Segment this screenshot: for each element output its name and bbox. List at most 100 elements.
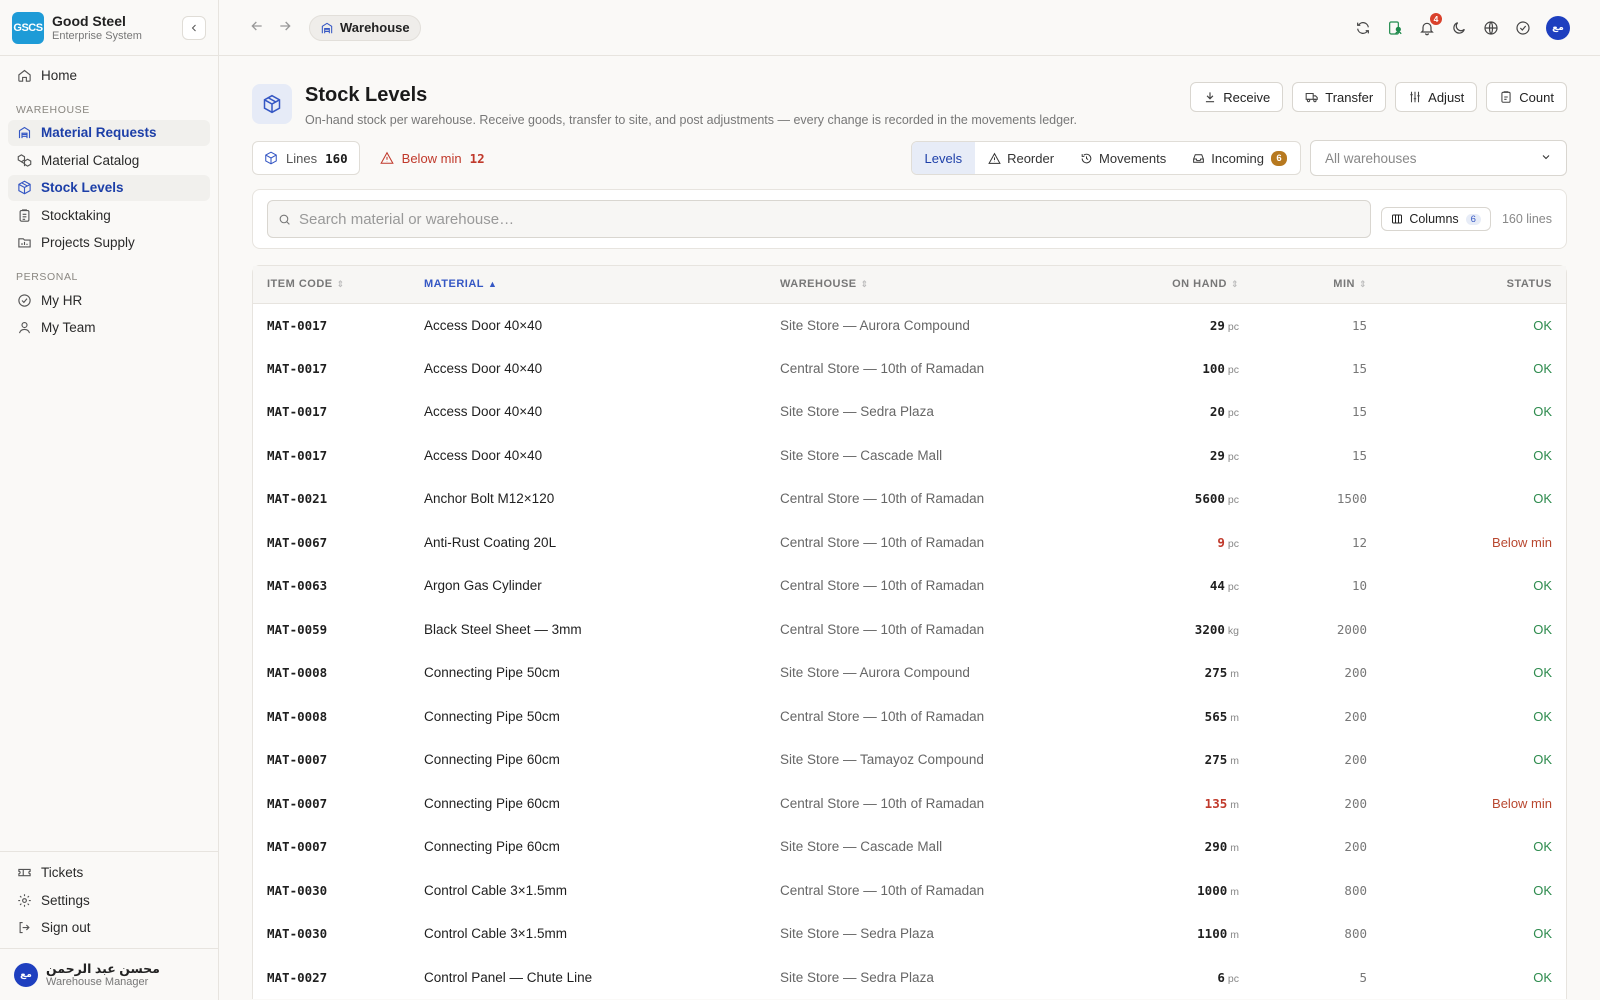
table-row[interactable]: MAT-0067 Anti-Rust Coating 20L Central Sto… — [253, 521, 1566, 565]
on-hand-unit: kg — [1227, 624, 1239, 637]
column-header-material[interactable]: MATERIAL ▲ — [410, 266, 766, 304]
item-code[interactable]: MAT-0017 — [253, 390, 410, 434]
material-name[interactable]: Connecting Pipe 60cm — [410, 782, 766, 826]
material-name[interactable]: Control Panel — Chute Line — [410, 956, 766, 1000]
item-code[interactable]: MAT-0059 — [253, 608, 410, 652]
receive-button[interactable]: Receive — [1190, 82, 1284, 112]
table-row[interactable]: MAT-0017 Access Door 40×40 Central Store —… — [253, 347, 1566, 391]
moon-icon[interactable] — [1450, 19, 1468, 37]
table-row[interactable]: MAT-0007 Connecting Pipe 60cm Central Stor… — [253, 782, 1566, 826]
table-row[interactable]: MAT-0017 Access Door 40×40 Site Store — Se… — [253, 390, 1566, 434]
toolbar-row: Lines 160 Below min 12 Levels Reorder Mo… — [252, 140, 1567, 176]
sidebar-item-my-team[interactable]: My Team — [8, 315, 210, 341]
forward-arrow-icon[interactable] — [277, 18, 297, 38]
item-code[interactable]: MAT-0008 — [253, 651, 410, 695]
material-name[interactable]: Connecting Pipe 60cm — [410, 825, 766, 869]
table-row[interactable]: MAT-0059 Black Steel Sheet — 3mm Central S… — [253, 608, 1566, 652]
item-code[interactable]: MAT-0017 — [253, 434, 410, 478]
material-name[interactable]: Anti-Rust Coating 20L — [410, 521, 766, 565]
refresh-icon[interactable] — [1354, 19, 1372, 37]
stock-table-card: ITEM CODE ⇕ MATERIAL ▲ WAREHOUSE ⇕ ON HAND ⇕… — [252, 265, 1567, 999]
sheet-user-icon[interactable] — [1386, 19, 1404, 37]
transfer-button[interactable]: Transfer — [1292, 82, 1387, 112]
item-code[interactable]: MAT-0067 — [253, 521, 410, 565]
sidebar-item-tickets[interactable]: Tickets — [8, 860, 210, 886]
top-avatar[interactable]: مع — [1546, 15, 1570, 40]
item-code[interactable]: MAT-0007 — [253, 825, 410, 869]
item-code[interactable]: MAT-0017 — [253, 347, 410, 391]
search-input[interactable] — [299, 210, 1361, 228]
brand-subtitle: Enterprise System — [52, 30, 142, 42]
material-name[interactable]: Control Cable 3×1.5mm — [410, 912, 766, 956]
table-row[interactable]: MAT-0027 Control Panel — Chute Line Site S… — [253, 956, 1566, 1000]
adjust-button[interactable]: Adjust — [1395, 82, 1478, 112]
material-name[interactable]: Access Door 40×40 — [410, 390, 766, 434]
check-circle-icon[interactable] — [1514, 19, 1532, 37]
tab-incoming[interactable]: Incoming 6 — [1179, 142, 1300, 174]
table-row[interactable]: MAT-0017 Access Door 40×40 Site Store — Ca… — [253, 434, 1566, 478]
lines-label: Lines — [286, 150, 318, 166]
material-name[interactable]: Access Door 40×40 — [410, 303, 766, 347]
sidebar-item-stocktaking[interactable]: Stocktaking — [8, 202, 210, 228]
bell-icon[interactable]: 4 — [1418, 12, 1442, 37]
material-name[interactable]: Control Cable 3×1.5mm — [410, 869, 766, 913]
item-code[interactable]: MAT-0030 — [253, 869, 410, 913]
table-row[interactable]: MAT-0008 Connecting Pipe 50cm Site Store —… — [253, 651, 1566, 695]
on-hand-qty: 6 — [1217, 969, 1225, 985]
sidebar-item-my-hr[interactable]: My HR — [8, 287, 210, 313]
sidebar-item-home[interactable]: Home — [8, 62, 210, 88]
material-name[interactable]: Connecting Pipe 50cm — [410, 651, 766, 695]
globe-icon[interactable] — [1482, 19, 1500, 37]
table-row[interactable]: MAT-0007 Connecting Pipe 60cm Site Store —… — [253, 825, 1566, 869]
table-row[interactable]: MAT-0008 Connecting Pipe 50cm Central Stor… — [253, 695, 1566, 739]
on-hand-unit: m — [1230, 668, 1239, 681]
material-name[interactable]: Access Door 40×40 — [410, 434, 766, 478]
collapse-sidebar-button[interactable] — [182, 16, 206, 40]
column-header-min[interactable]: MIN ⇕ — [1253, 266, 1381, 304]
item-code[interactable]: MAT-0021 — [253, 477, 410, 521]
breadcrumb[interactable]: Warehouse — [309, 14, 421, 41]
sidebar-item-sign-out[interactable]: Sign out — [8, 915, 210, 941]
item-code[interactable]: MAT-0030 — [253, 912, 410, 956]
count-button[interactable]: Count — [1486, 82, 1567, 112]
item-code[interactable]: MAT-0007 — [253, 738, 410, 782]
material-name[interactable]: Black Steel Sheet — 3mm — [410, 608, 766, 652]
sidebar-item-material-requests[interactable]: Material Requests — [8, 119, 210, 146]
table-row[interactable]: MAT-0030 Control Cable 3×1.5mm Site Store … — [253, 912, 1566, 956]
material-name[interactable]: Argon Gas Cylinder — [410, 564, 766, 608]
warehouse-select[interactable]: All warehouses — [1310, 140, 1567, 176]
sidebar-item-material-catalog[interactable]: Material Catalog — [8, 147, 210, 173]
brand-logo[interactable]: GSCS — [12, 11, 44, 44]
back-arrow-icon[interactable] — [249, 18, 269, 38]
column-header-on-hand[interactable]: ON HAND ⇕ — [1103, 266, 1253, 304]
item-code[interactable]: MAT-0007 — [253, 782, 410, 826]
table-row[interactable]: MAT-0030 Control Cable 3×1.5mm Central Sto… — [253, 869, 1566, 913]
table-row[interactable]: MAT-0017 Access Door 40×40 Site Store — Au… — [253, 303, 1566, 347]
material-name[interactable]: Access Door 40×40 — [410, 347, 766, 391]
table-row[interactable]: MAT-0007 Connecting Pipe 60cm Site Store —… — [253, 738, 1566, 782]
sidebar-item-settings[interactable]: Settings — [8, 887, 210, 913]
item-code[interactable]: MAT-0027 — [253, 956, 410, 1000]
tab-movements[interactable]: Movements — [1067, 142, 1179, 174]
sidebar-item-projects-supply[interactable]: Projects Supply — [8, 230, 210, 256]
table-row[interactable]: MAT-0063 Argon Gas Cylinder Central Store … — [253, 564, 1566, 608]
table-row[interactable]: MAT-0021 Anchor Bolt M12×120 Central Store… — [253, 477, 1566, 521]
user-profile[interactable]: مع محسن عبد الرحمن Warehouse Manager — [0, 948, 218, 1000]
material-name[interactable]: Connecting Pipe 60cm — [410, 738, 766, 782]
tab-levels[interactable]: Levels — [911, 142, 976, 174]
tab-reorder[interactable]: Reorder — [975, 142, 1067, 174]
item-code[interactable]: MAT-0063 — [253, 564, 410, 608]
search-box[interactable] — [267, 200, 1372, 238]
item-code[interactable]: MAT-0017 — [253, 303, 410, 347]
package-icon — [264, 151, 278, 165]
sidebar-item-stock-levels[interactable]: Stock Levels — [8, 174, 210, 201]
column-header-item-code[interactable]: ITEM CODE ⇕ — [253, 266, 410, 304]
user-icon — [16, 320, 32, 336]
column-header-warehouse[interactable]: WAREHOUSE ⇕ — [766, 266, 1103, 304]
columns-count: 6 — [1465, 213, 1481, 225]
below-min-summary[interactable]: Below min 12 — [368, 141, 497, 175]
item-code[interactable]: MAT-0008 — [253, 695, 410, 739]
columns-button[interactable]: Columns 6 — [1381, 207, 1491, 231]
material-name[interactable]: Connecting Pipe 50cm — [410, 695, 766, 739]
material-name[interactable]: Anchor Bolt M12×120 — [410, 477, 766, 521]
